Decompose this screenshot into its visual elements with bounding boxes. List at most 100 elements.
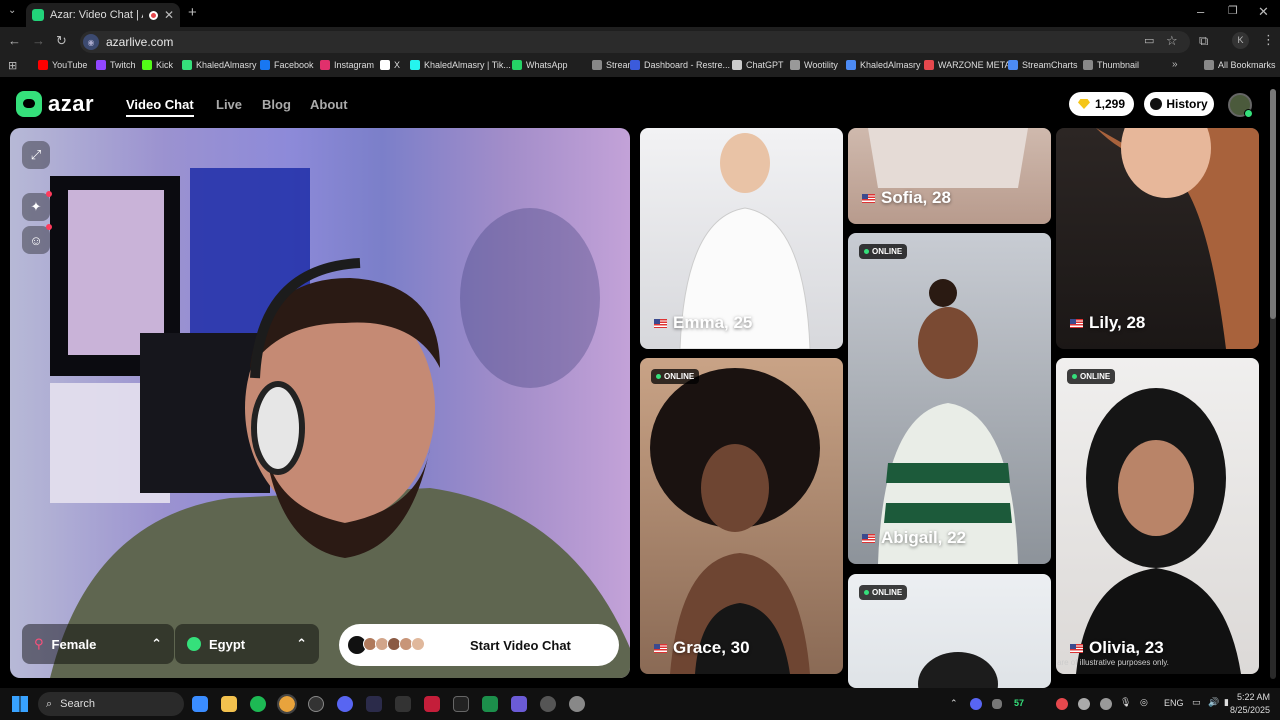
- bookmark-item[interactable]: KhaledAlmasry: [182, 60, 257, 70]
- history-label: History: [1166, 97, 1208, 111]
- effects-sparkle-icon[interactable]: ✦: [22, 191, 52, 221]
- start-video-chat-button[interactable]: Start Video Chat: [339, 624, 619, 666]
- profile-card-olivia[interactable]: ONLINE Olivia, 23: [1056, 358, 1259, 674]
- tab-close-icon[interactable]: ✕: [164, 8, 174, 22]
- volume-icon[interactable]: 🔊: [1208, 697, 1219, 708]
- back-icon[interactable]: ←: [8, 33, 21, 48]
- bookmark-label: Twitch: [110, 60, 136, 70]
- bookmark-item[interactable]: Wootility: [790, 60, 838, 70]
- discord-icon[interactable]: [337, 696, 353, 712]
- face-filter-icon[interactable]: ☺: [22, 224, 52, 254]
- bookmark-item[interactable]: KhaledAlmasry | Tik...: [410, 60, 511, 70]
- nav-about[interactable]: About: [310, 97, 348, 112]
- cast-icon[interactable]: ▭: [1144, 34, 1154, 47]
- discord-tray-icon[interactable]: [970, 698, 982, 710]
- page-scrollbar[interactable]: [1270, 89, 1276, 679]
- language-indicator[interactable]: ENG: [1164, 698, 1184, 708]
- tray-app-icon[interactable]: [1078, 698, 1090, 710]
- profile-card-abigail[interactable]: ONLINE Abigail, 22: [848, 233, 1051, 564]
- apps-grid-icon[interactable]: ⊞: [8, 59, 17, 72]
- valorant-icon[interactable]: [424, 696, 440, 712]
- app-icon[interactable]: [453, 696, 469, 712]
- tray-app-icon[interactable]: ◎: [1140, 697, 1148, 708]
- browser-tab-azar[interactable]: Azar: Video Chat | Alternati ✕: [26, 3, 180, 27]
- profile-card-sofia[interactable]: Sofia, 28: [848, 128, 1051, 224]
- nav-blog[interactable]: Blog: [262, 97, 291, 112]
- reload-icon[interactable]: ↻: [56, 33, 67, 49]
- profile-icon[interactable]: K: [1232, 32, 1249, 49]
- profile-card-lily[interactable]: Lily, 28: [1056, 128, 1259, 349]
- microphone-icon[interactable]: 🎙: [1120, 697, 1131, 708]
- battery-icon[interactable]: ▮: [1224, 697, 1229, 708]
- spotify-icon[interactable]: [250, 696, 266, 712]
- site-info-icon[interactable]: ◉: [83, 34, 99, 50]
- bookmark-item[interactable]: Facebook: [260, 60, 314, 70]
- history-button[interactable]: History: [1144, 92, 1214, 116]
- gender-filter-dropdown[interactable]: ⚲ Female ⌃: [22, 624, 174, 664]
- more-bookmarks-icon[interactable]: »: [1172, 59, 1178, 70]
- tray-chevron-icon[interactable]: ⌃: [950, 698, 958, 709]
- bookmark-label: WhatsApp: [526, 60, 568, 70]
- bookmark-item[interactable]: YouTube: [38, 60, 87, 70]
- profile-card-grace[interactable]: ONLINE Grace, 30: [640, 358, 843, 674]
- window-minimize-icon[interactable]: –: [1197, 4, 1204, 19]
- taskbar-search[interactable]: ⌕ Search: [38, 692, 184, 716]
- nav-video-chat[interactable]: Video Chat: [126, 97, 194, 117]
- chrome-icon[interactable]: [277, 694, 297, 714]
- bookmark-item[interactable]: Stream: [592, 60, 635, 70]
- profile-label: Grace, 30: [654, 638, 750, 658]
- bookmark-item[interactable]: StreamCharts: [1008, 60, 1078, 70]
- window-restore-icon[interactable]: ❐: [1228, 4, 1238, 17]
- tray-app-icon[interactable]: [1056, 698, 1068, 710]
- file-explorer-icon[interactable]: [221, 696, 237, 712]
- bookmark-item[interactable]: ChatGPT: [732, 60, 784, 70]
- bookmark-star-icon[interactable]: ☆: [1166, 33, 1178, 49]
- tab-search-icon[interactable]: ⌄: [8, 5, 16, 16]
- search-icon: ⌕: [46, 697, 53, 710]
- bookmark-item[interactable]: X: [380, 60, 400, 70]
- obs-icon[interactable]: [308, 696, 324, 712]
- game-controller-icon[interactable]: [511, 696, 527, 712]
- profile-card-partial[interactable]: ONLINE: [848, 574, 1051, 688]
- fullscreen-toggle-icon[interactable]: ⤢: [22, 141, 50, 169]
- us-flag-icon: [1070, 318, 1083, 328]
- steam-icon[interactable]: [540, 696, 556, 712]
- online-status-icon: [1244, 109, 1253, 118]
- tray-app-icon[interactable]: [992, 699, 1002, 709]
- all-bookmarks[interactable]: All Bookmarks: [1204, 60, 1276, 70]
- new-tab-icon[interactable]: +: [188, 4, 197, 21]
- tray-badge[interactable]: 57: [1014, 698, 1024, 708]
- bookmark-item[interactable]: Dashboard - Restre...: [630, 60, 730, 70]
- bookmark-item[interactable]: Instagram: [320, 60, 374, 70]
- bookmark-icon: [142, 60, 152, 70]
- app-icon[interactable]: [482, 696, 498, 712]
- menu-icon[interactable]: ⋮: [1262, 32, 1275, 48]
- bookmark-item[interactable]: Twitch: [96, 60, 136, 70]
- app-icon[interactable]: [366, 696, 382, 712]
- gems-balance-button[interactable]: 1,299: [1069, 92, 1134, 116]
- clock-date[interactable]: 8/25/2025: [1230, 705, 1270, 715]
- bookmark-item[interactable]: Thumbnail: [1083, 60, 1139, 70]
- profile-card-emma[interactable]: Emma, 25: [640, 128, 843, 349]
- forward-icon[interactable]: →: [32, 33, 45, 48]
- bookmark-item[interactable]: Kick: [142, 60, 173, 70]
- tray-app-icon[interactable]: [1100, 698, 1112, 710]
- globe-icon: [187, 637, 201, 651]
- clock-time[interactable]: 5:22 AM: [1237, 692, 1270, 702]
- extensions-icon[interactable]: ⧉: [1199, 33, 1208, 49]
- country-filter-dropdown[interactable]: Egypt ⌃: [175, 624, 319, 664]
- copilot-icon[interactable]: [192, 696, 208, 712]
- bookmark-item[interactable]: WhatsApp: [512, 60, 568, 70]
- nav-live[interactable]: Live: [216, 97, 242, 112]
- address-bar[interactable]: ◉ azarlive.com: [80, 31, 1190, 53]
- bookmark-item[interactable]: KhaledAlmasry: [846, 60, 921, 70]
- app-icon[interactable]: [395, 696, 411, 712]
- windows-start-icon[interactable]: [12, 696, 28, 712]
- window-close-icon[interactable]: ✕: [1258, 4, 1269, 20]
- user-avatar[interactable]: [1228, 93, 1253, 118]
- network-icon[interactable]: ▭: [1192, 697, 1201, 708]
- azar-logo[interactable]: azar: [16, 91, 94, 117]
- bookmark-item[interactable]: WARZONE META: [924, 60, 1011, 70]
- start-button-label: Start Video Chat: [470, 637, 571, 653]
- settings-gear-icon[interactable]: [569, 696, 585, 712]
